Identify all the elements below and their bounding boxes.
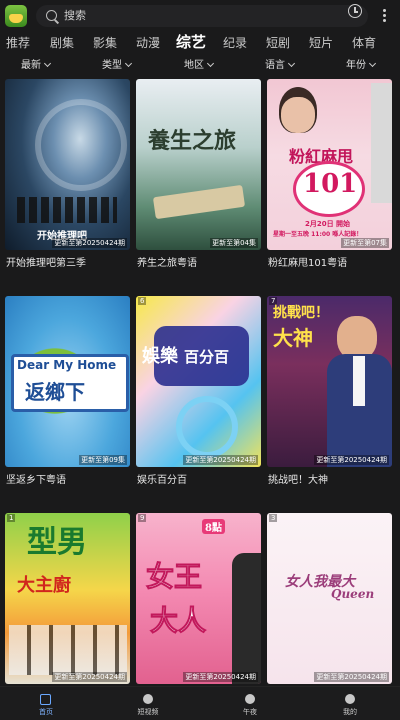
tab-sports[interactable]: 体育 xyxy=(352,32,376,56)
show-card[interactable]: 开始推理吧 更新至第20250424期 开始推理吧第三季 xyxy=(5,79,130,269)
poster-image: 3 女人我最大 Queen 更新至第20250424期 xyxy=(267,513,392,684)
poster-title: 挑戰吧！ xyxy=(273,305,329,321)
filter-label: 地区 xyxy=(184,60,204,71)
episode-badge: 更新至第20250424期 xyxy=(52,672,127,682)
search-input[interactable]: 搜索 xyxy=(64,5,86,27)
nav-label: 午夜 xyxy=(243,708,257,716)
show-card[interactable]: 9 8點 女王 大人 更新至第20250424期 xyxy=(136,513,261,684)
tab-recommend[interactable]: 推荐 xyxy=(6,32,30,56)
poster-subtitle: Queen xyxy=(331,587,375,601)
poster-image: 6 娛樂 百分百 更新至第20250424期 xyxy=(136,296,261,467)
poster-time: 8點 xyxy=(202,519,225,534)
show-card[interactable]: Dear My Home 返鄉下 更新至第09集 坚返乡下粤语 xyxy=(5,296,130,486)
poster-image: 養生之旅 更新至第04集 xyxy=(136,79,261,250)
show-card[interactable]: 1 型男 大主廚 更新至第20250424期 xyxy=(5,513,130,684)
filter-region[interactable]: 地区 xyxy=(184,57,215,77)
search-icon xyxy=(46,10,57,21)
show-card[interactable]: 粉紅麻甩 101 2月20日 開始 星期一至五晚 11:00 喺人記錄！ 更新至… xyxy=(267,79,392,269)
poster-title: 女王 xyxy=(145,560,203,594)
tab-anime[interactable]: 动漫 xyxy=(136,32,160,56)
home-icon xyxy=(40,694,51,705)
short-video-icon xyxy=(143,694,153,704)
show-title: 娱乐百分百 xyxy=(137,475,187,486)
poster-title: 養生之旅 xyxy=(148,128,237,154)
tab-series[interactable]: 剧集 xyxy=(50,32,74,56)
episode-badge: 更新至第20250424期 xyxy=(52,238,127,248)
poster-number: 101 xyxy=(303,169,358,199)
episode-badge: 更新至第20250424期 xyxy=(314,672,389,682)
poster-image: 1 型男 大主廚 更新至第20250424期 xyxy=(5,513,130,684)
tab-short-drama[interactable]: 短剧 xyxy=(266,32,290,56)
episode-badge: 更新至第20250424期 xyxy=(183,455,258,465)
filter-label: 年份 xyxy=(346,60,366,71)
rank-badge: 6 xyxy=(138,297,147,305)
poster-title: 娛樂 xyxy=(142,346,178,367)
poster-subtitle: 大主廚 xyxy=(17,575,71,596)
chevron-down-icon xyxy=(206,59,215,68)
filter-label: 最新 xyxy=(21,60,41,71)
filter-row: 最新 类型 地区 语言 年份 xyxy=(0,57,400,77)
poster-image: 7 挑戰吧！ 大神 更新至第20250424期 xyxy=(267,296,392,467)
episode-badge: 更新至第20250424期 xyxy=(314,455,389,465)
show-title: 坚返乡下粤语 xyxy=(6,475,66,486)
filter-label: 语言 xyxy=(265,60,285,71)
chevron-down-icon xyxy=(124,59,133,68)
app-logo[interactable] xyxy=(5,5,27,27)
show-title: 开始推理吧第三季 xyxy=(6,258,86,269)
filter-latest[interactable]: 最新 xyxy=(21,57,52,77)
poster-date: 2月20日 開始 xyxy=(305,220,351,228)
show-title: 挑战吧！大神 xyxy=(268,475,328,486)
poster-subtitle: 返鄉下 xyxy=(25,380,85,404)
filter-language[interactable]: 语言 xyxy=(265,57,296,77)
episode-badge: 更新至第07集 xyxy=(341,238,389,248)
poster-subtitle: 百分百 xyxy=(184,348,230,366)
more-menu-icon[interactable] xyxy=(383,9,386,24)
chevron-down-icon xyxy=(287,59,296,68)
top-bar: 搜索 xyxy=(0,0,400,32)
tab-short-film[interactable]: 短片 xyxy=(309,32,333,56)
poster-image: 9 8點 女王 大人 更新至第20250424期 xyxy=(136,513,261,684)
show-card[interactable]: 6 娛樂 百分百 更新至第20250424期 娱乐百分百 xyxy=(136,296,261,486)
poster-schedule: 星期一至五晚 11:00 喺人記錄！ xyxy=(273,231,363,238)
show-card[interactable]: 3 女人我最大 Queen 更新至第20250424期 xyxy=(267,513,392,684)
chevron-down-icon xyxy=(43,59,52,68)
history-icon[interactable] xyxy=(348,4,362,18)
rank-badge: 1 xyxy=(7,514,16,522)
category-tabs: 推荐 剧集 影集 动漫 综艺 纪录 短剧 短片 体育 xyxy=(0,32,400,56)
tab-documentary[interactable]: 纪录 xyxy=(223,32,247,56)
poster-subtitle: 大神 xyxy=(273,326,313,350)
tab-variety[interactable]: 综艺 xyxy=(176,32,206,56)
poster-image: Dear My Home 返鄉下 更新至第09集 xyxy=(5,296,130,467)
rank-badge: 9 xyxy=(138,514,147,522)
show-card[interactable]: 7 挑戰吧！ 大神 更新至第20250424期 挑战吧！大神 xyxy=(267,296,392,486)
nav-label: 我的 xyxy=(343,708,357,716)
filter-label: 类型 xyxy=(102,60,122,71)
search-bar[interactable]: 搜索 xyxy=(36,5,368,27)
tab-movies[interactable]: 影集 xyxy=(93,32,117,56)
episode-badge: 更新至第09集 xyxy=(79,455,127,465)
episode-badge: 更新至第04集 xyxy=(210,238,258,248)
nav-midnight[interactable]: 午夜 xyxy=(220,687,280,720)
profile-icon xyxy=(345,694,355,704)
nav-home[interactable]: 首页 xyxy=(16,687,76,720)
nav-label: 短视频 xyxy=(137,708,159,716)
bottom-nav: 首页 短视频 午夜 我的 xyxy=(0,686,400,720)
show-title: 养生之旅粤语 xyxy=(137,258,197,269)
filter-type[interactable]: 类型 xyxy=(102,57,133,77)
nav-profile[interactable]: 我的 xyxy=(320,687,380,720)
rank-badge: 3 xyxy=(269,514,278,522)
poster-title: Dear My Home xyxy=(17,358,117,372)
poster-image: 粉紅麻甩 101 2月20日 開始 星期一至五晚 11:00 喺人記錄！ 更新至… xyxy=(267,79,392,250)
nav-label: 首页 xyxy=(39,708,53,716)
show-title: 粉红麻甩101粤语 xyxy=(268,258,348,269)
filter-year[interactable]: 年份 xyxy=(346,57,377,77)
poster-image: 开始推理吧 更新至第20250424期 xyxy=(5,79,130,250)
poster-title: 型男 xyxy=(27,525,87,560)
episode-badge: 更新至第20250424期 xyxy=(183,672,258,682)
show-card[interactable]: 養生之旅 更新至第04集 养生之旅粤语 xyxy=(136,79,261,269)
chevron-down-icon xyxy=(368,59,377,68)
nav-short-video[interactable]: 短视频 xyxy=(118,687,178,720)
poster-subtitle: 大人 xyxy=(149,604,207,638)
midnight-icon xyxy=(245,694,255,704)
